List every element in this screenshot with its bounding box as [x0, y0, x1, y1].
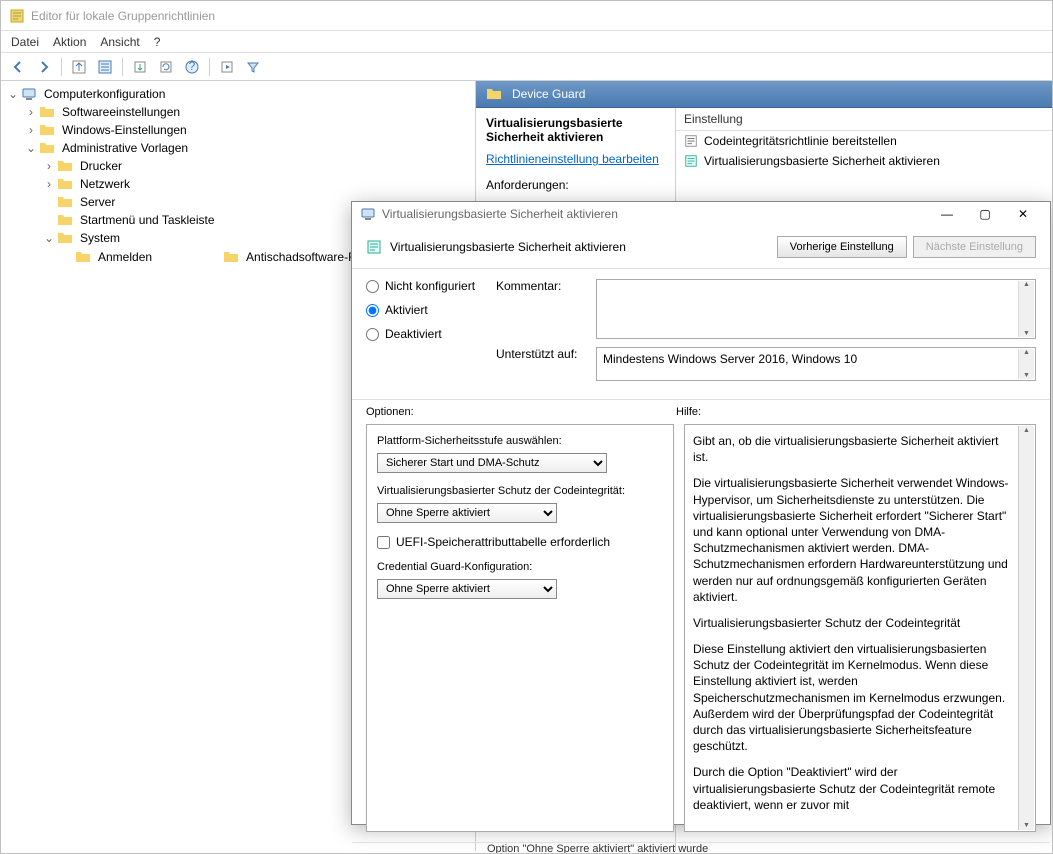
app-icon [9, 8, 25, 24]
policy-row[interactable]: Codeintegritätsrichtlinie bereitstellen [676, 131, 1052, 151]
options-label: Optionen: [366, 406, 676, 418]
tree-item[interactable]: ›Windows-Einstellungen [7, 121, 475, 139]
collapse-icon[interactable]: ⌄ [25, 139, 37, 157]
policy-icon [684, 134, 698, 148]
dialog-title: Virtualisierungsbasierte Sicherheit akti… [382, 207, 618, 221]
platform-select[interactable]: Sicherer Start und DMA-Schutz [377, 453, 607, 473]
tree-item[interactable]: ›Softwareeinstellungen [7, 103, 475, 121]
dialog-footer: OK Abbrechen Übernehmen [352, 842, 1050, 854]
maximize-button[interactable]: ▢ [966, 202, 1004, 226]
collapse-icon[interactable]: ⌄ [7, 85, 19, 103]
vci-select[interactable]: Ohne Sperre aktiviert [377, 503, 557, 523]
tree-root[interactable]: ⌄Computerkonfiguration [7, 85, 475, 103]
dialog-state-row: Nicht konfiguriert Aktiviert Deaktiviert… [352, 269, 1050, 400]
comment-label: Kommentar: [496, 279, 596, 339]
supported-label: Unterstützt auf: [496, 347, 596, 381]
options-box: Plattform-Sicherheitsstufe auswählen: Si… [366, 424, 674, 832]
menu-help[interactable]: ? [154, 35, 161, 49]
cg-select[interactable]: Ohne Sperre aktiviert [377, 579, 557, 599]
edit-link[interactable]: Richtlinieneinstellung bearbeiten [486, 152, 665, 166]
requirements-label: Anforderungen: [486, 178, 665, 192]
policy-name: Virtualisierungsbasierte Sicherheit akti… [486, 116, 665, 144]
filter-button[interactable] [242, 56, 264, 78]
dialog-mid-labels: Optionen: Hilfe: [352, 400, 1050, 424]
uefi-checkbox[interactable]: UEFI-Speicherattributtabelle erforderlic… [377, 535, 663, 549]
dialog-icon [360, 206, 376, 222]
help-box[interactable]: Gibt an, ob die virtualisierungsbasierte… [684, 424, 1036, 832]
expand-icon[interactable]: › [25, 121, 37, 139]
play-button[interactable] [216, 56, 238, 78]
policy-icon [684, 154, 698, 168]
radio-disabled[interactable]: Deaktiviert [366, 327, 496, 341]
help-label: Hilfe: [676, 406, 1036, 418]
tree-item[interactable]: ›Drucker [7, 157, 475, 175]
help-text: Gibt an, ob die virtualisierungsbasierte… [693, 433, 1011, 465]
toolbar: ? [1, 53, 1052, 81]
up-button[interactable] [68, 56, 90, 78]
menubar: Datei Aktion Ansicht ? [1, 31, 1052, 53]
forward-button[interactable] [33, 56, 55, 78]
minimize-button[interactable]: — [928, 202, 966, 226]
menu-action[interactable]: Aktion [53, 35, 86, 49]
menu-file[interactable]: Datei [11, 35, 39, 49]
menu-view[interactable]: Ansicht [100, 35, 139, 49]
close-button[interactable]: ✕ [1004, 202, 1042, 226]
radio-enabled[interactable]: Aktiviert [366, 303, 496, 317]
back-button[interactable] [7, 56, 29, 78]
svg-text:?: ? [189, 60, 196, 73]
dialog-heading: Virtualisierungsbasierte Sicherheit akti… [390, 240, 777, 254]
export-button[interactable] [129, 56, 151, 78]
platform-label: Plattform-Sicherheitsstufe auswählen: [377, 435, 663, 447]
prev-setting-button[interactable]: Vorherige Einstellung [777, 236, 907, 258]
collapse-icon[interactable]: ⌄ [43, 229, 55, 247]
separator [209, 58, 210, 76]
header-title: Device Guard [512, 87, 585, 101]
help-text: Virtualisierungsbasierter Schutz der Cod… [693, 615, 1011, 631]
radio-not-configured[interactable]: Nicht konfiguriert [366, 279, 496, 293]
main-window: Editor für lokale Gruppenrichtlinien Dat… [0, 0, 1053, 854]
dialog-body: Plattform-Sicherheitsstufe auswählen: Si… [352, 424, 1050, 842]
right-header: Device Guard [476, 81, 1052, 108]
tree-item[interactable]: ⌄Administrative Vorlagen [7, 139, 475, 157]
tree-item[interactable]: Anmelden [7, 248, 155, 266]
help-button[interactable]: ? [181, 56, 203, 78]
supported-field: Mindestens Windows Server 2016, Windows … [596, 347, 1036, 381]
help-text: Durch die Option "Deaktiviert" wird der … [693, 764, 1011, 813]
separator [122, 58, 123, 76]
policy-dialog: Virtualisierungsbasierte Sicherheit akti… [351, 201, 1051, 825]
next-setting-button: Nächste Einstellung [913, 236, 1036, 258]
expand-icon[interactable]: › [25, 103, 37, 121]
titlebar: Editor für lokale Gruppenrichtlinien [1, 1, 1052, 31]
help-text: Die virtualisierungsbasierte Sicherheit … [693, 475, 1011, 605]
vci-label: Virtualisierungsbasierter Schutz der Cod… [377, 485, 663, 497]
separator [61, 58, 62, 76]
expand-icon[interactable]: › [43, 157, 55, 175]
cg-label: Credential Guard-Konfiguration: [377, 561, 663, 573]
folder-icon [486, 86, 502, 102]
policy-icon [366, 239, 382, 255]
list-button[interactable] [94, 56, 116, 78]
refresh-button[interactable] [155, 56, 177, 78]
expand-icon[interactable]: › [43, 175, 55, 193]
help-text: Diese Einstellung aktiviert den virtuali… [693, 641, 1011, 754]
tree-item[interactable]: ›Netzwerk [7, 175, 475, 193]
policy-row[interactable]: Virtualisierungsbasierte Sicherheit akti… [676, 151, 1052, 171]
dialog-header: Virtualisierungsbasierte Sicherheit akti… [352, 226, 1050, 269]
column-header[interactable]: Einstellung [676, 108, 1052, 131]
window-title: Editor für lokale Gruppenrichtlinien [31, 9, 215, 23]
comment-field[interactable]: ▲▼ [596, 279, 1036, 339]
dialog-titlebar[interactable]: Virtualisierungsbasierte Sicherheit akti… [352, 202, 1050, 226]
